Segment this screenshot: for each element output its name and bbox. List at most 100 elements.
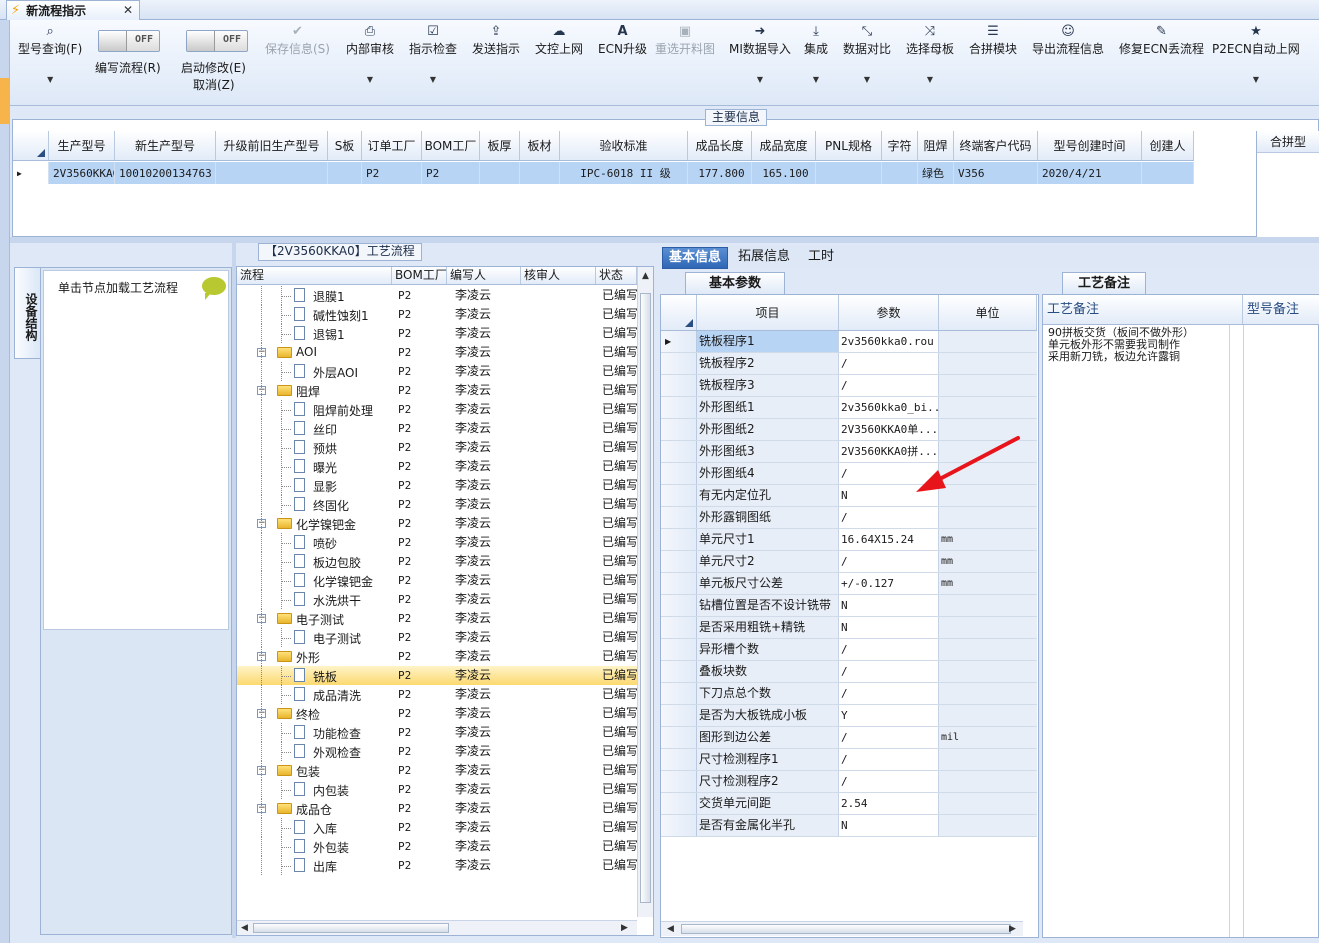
dropdown-arrow-icon[interactable]: ▼: [1212, 75, 1300, 84]
scroll-left-icon[interactable]: ◀: [241, 923, 248, 933]
param-value[interactable]: /: [839, 661, 939, 682]
param-value[interactable]: Y: [839, 705, 939, 726]
process-remark-text[interactable]: 90拼板交货（板间不做外形） 单元板外形不需要我司制作 采用新刀铣，板边允许露铜: [1048, 327, 1228, 363]
param-row[interactable]: 单元尺寸2/mm: [661, 551, 1037, 573]
column-header[interactable]: 字符: [882, 131, 918, 160]
param-row[interactable]: 异形槽个数 /: [661, 639, 1037, 661]
integration-button[interactable]: ⤓ 集成 ▼: [804, 24, 828, 84]
tree-item-row[interactable]: 喷砂 P2 李凌云 已编写: [237, 533, 637, 552]
doc-control-online-button[interactable]: ☁ 文控上网: [535, 24, 583, 57]
param-row[interactable]: 尺寸检测程序2/: [661, 771, 1037, 793]
scroll-right-icon[interactable]: ▶: [621, 923, 628, 933]
scroll-right-icon[interactable]: ▶: [1009, 924, 1016, 934]
scroll-up-icon[interactable]: ▲: [642, 271, 649, 281]
param-row[interactable]: 外形图纸1 2v3560kka0_bi...: [661, 397, 1037, 419]
col-process[interactable]: 流程: [237, 267, 392, 284]
scrollbar-thumb[interactable]: [681, 924, 1011, 934]
table-cell[interactable]: [1142, 162, 1194, 184]
tree-node[interactable]: 功能检查: [237, 723, 392, 742]
tree-node[interactable]: − 成品仓: [237, 799, 392, 818]
tree-item-row[interactable]: 预烘 P2 李凌云 已编写: [237, 438, 637, 457]
tree-folder-row[interactable]: − 终检 P2 李凌云 已编写: [237, 704, 637, 723]
table-cell[interactable]: IPC-6018 II 级: [560, 162, 688, 184]
query-button[interactable]: ⌕ 型号查询(F) ▼: [18, 24, 82, 84]
param-value[interactable]: /: [839, 727, 939, 748]
col-status[interactable]: 状态: [596, 267, 637, 284]
tree-node[interactable]: − 包装: [237, 761, 392, 780]
param-value[interactable]: /: [839, 639, 939, 660]
table-cell[interactable]: 10010200134763: [115, 162, 216, 184]
save-info-button[interactable]: ✔ 保存信息(S): [265, 24, 330, 57]
table-cell[interactable]: V356: [954, 162, 1038, 184]
table-cell[interactable]: 绿色: [918, 162, 954, 184]
col-reviewer[interactable]: 核审人: [521, 267, 596, 284]
tree-node[interactable]: 板边包胶: [237, 552, 392, 571]
table-cell[interactable]: 2V3560KKA0: [49, 162, 115, 184]
tree-node[interactable]: 外包装: [237, 837, 392, 856]
data-compare-button[interactable]: ⤡ 数据对比 ▼: [843, 24, 891, 84]
mi-data-import-button[interactable]: ➜ MI数据导入 ▼: [729, 24, 791, 84]
tree-item-row[interactable]: 退锡1 P2 李凌云 已编写: [237, 324, 637, 343]
column-header[interactable]: 新生产型号: [115, 131, 216, 160]
scrollbar-thumb[interactable]: [253, 923, 449, 933]
column-header[interactable]: 订单工厂: [362, 131, 422, 160]
dropdown-arrow-icon[interactable]: ▼: [18, 75, 82, 84]
tree-item-row[interactable]: 外层AOI P2 李凌云 已编写: [237, 362, 637, 381]
instruction-check-button[interactable]: ☑ 指示检查 ▼: [409, 24, 457, 84]
tree-item-row[interactable]: 碱性蚀刻1 P2 李凌云 已编写: [237, 305, 637, 324]
column-header[interactable]: 阻焊: [918, 131, 954, 160]
p2ecn-auto-online-button[interactable]: ★ P2ECN自动上网 ▼: [1212, 24, 1300, 84]
column-header[interactable]: S板: [328, 131, 362, 160]
repair-ecn-button[interactable]: ✎ 修复ECN丢流程: [1119, 24, 1204, 57]
close-icon[interactable]: ✕: [123, 3, 133, 17]
scroll-left-icon[interactable]: ◀: [667, 924, 674, 934]
table-cell[interactable]: [520, 162, 560, 184]
param-value[interactable]: 2v3560kka0_bi...: [839, 397, 939, 418]
table-cell[interactable]: [882, 162, 918, 184]
param-row[interactable]: 交货单元间距 2.54: [661, 793, 1037, 815]
param-row[interactable]: 下刀点总个数 /: [661, 683, 1037, 705]
tree-node[interactable]: 阻焊前处理: [237, 400, 392, 419]
tree-node[interactable]: 曝光: [237, 457, 392, 476]
tree-item-row[interactable]: 内包装 P2 李凌云 已编写: [237, 780, 637, 799]
column-header[interactable]: 创建人: [1142, 131, 1194, 160]
column-header[interactable]: 验收标准: [560, 131, 688, 160]
param-row[interactable]: 是否采用粗铣+精铣 N: [661, 617, 1037, 639]
col-value[interactable]: 参数: [839, 295, 939, 330]
dropdown-arrow-icon[interactable]: ▼: [409, 75, 457, 84]
table-row[interactable]: ▶ 2V3560KKA0 10010200134763 P2 P2 IPC-6018 II…: [13, 162, 1194, 184]
start-modify-toggle[interactable]: OFF: [186, 30, 248, 52]
param-value[interactable]: /: [839, 375, 939, 396]
column-header[interactable]: 型号创建时间: [1038, 131, 1142, 160]
param-row[interactable]: 铣板程序3/: [661, 375, 1037, 397]
dropdown-arrow-icon[interactable]: ▼: [729, 75, 791, 84]
tree-node[interactable]: 喷砂: [237, 533, 392, 552]
col-writer[interactable]: 编写人: [447, 267, 521, 284]
column-header[interactable]: PNL规格: [816, 131, 882, 160]
tab-device-structure[interactable]: 设备结构: [14, 267, 40, 359]
param-value[interactable]: N: [839, 815, 939, 836]
column-header[interactable]: 板厚: [480, 131, 520, 160]
select-mother-board-button[interactable]: ⤨ 选择母板 ▼: [906, 24, 954, 84]
tree-item-row[interactable]: 水洗烘干 P2 李凌云 已编写: [237, 590, 637, 609]
param-value[interactable]: 16.64X15.24: [839, 529, 939, 550]
table-cell[interactable]: P2: [422, 162, 480, 184]
internal-review-button[interactable]: ⎙ 内部审核 ▼: [346, 24, 394, 84]
tree-node[interactable]: − AOI: [237, 343, 392, 362]
column-header[interactable]: 成品宽度: [752, 131, 816, 160]
tree-node[interactable]: − 终检: [237, 704, 392, 723]
tree-item-row[interactable]: 外观检查 P2 李凌云 已编写: [237, 742, 637, 761]
dropdown-arrow-icon[interactable]: ▼: [346, 75, 394, 84]
param-value[interactable]: N: [839, 617, 939, 638]
tree-item-row[interactable]: 阻焊前处理 P2 李凌云 已编写: [237, 400, 637, 419]
tab-extended-info[interactable]: 拓展信息: [732, 247, 796, 269]
scrollbar-thumb[interactable]: [640, 293, 651, 903]
param-row[interactable]: 单元板尺寸公差 +/-0.127 mm: [661, 573, 1037, 595]
column-header[interactable]: 生产型号: [49, 131, 115, 160]
tree-folder-row[interactable]: − 阻焊 P2 李凌云 已编写: [237, 381, 637, 400]
device-tree-box[interactable]: 单击节点加载工艺流程: [43, 270, 229, 630]
tree-node[interactable]: 退膜1: [237, 286, 392, 305]
tree-node[interactable]: 出库: [237, 856, 392, 875]
tree-horizontal-scrollbar[interactable]: ◀ ▶: [237, 920, 637, 935]
param-row[interactable]: 图形到边公差 / mil: [661, 727, 1037, 749]
